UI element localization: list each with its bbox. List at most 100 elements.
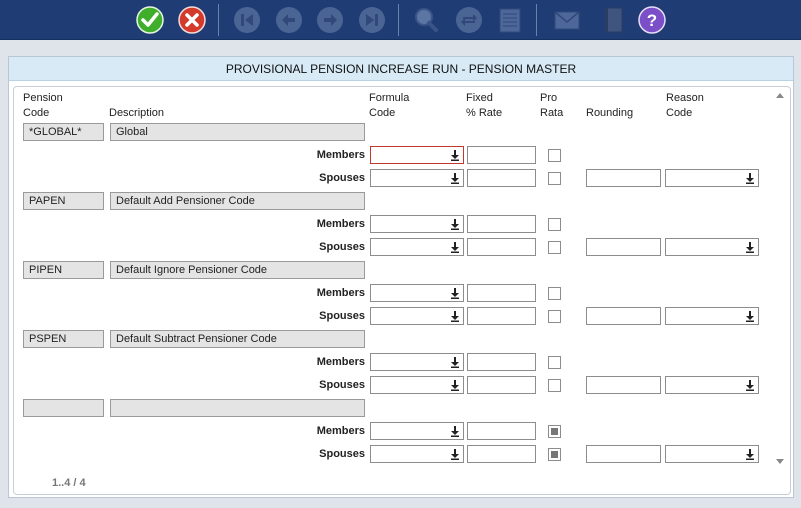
members-formula-code-select[interactable] <box>370 422 464 440</box>
spouses-rounding-input[interactable] <box>586 238 661 256</box>
members-pro-rata-checkbox[interactable] <box>548 149 561 162</box>
spouses-formula-code-select[interactable] <box>370 238 464 256</box>
members-fixed-rate-input[interactable] <box>467 215 536 233</box>
book-button[interactable] <box>597 4 629 36</box>
description-field[interactable] <box>110 399 365 417</box>
spouses-pro-rata-checkbox[interactable] <box>548 448 561 461</box>
toolbar-separator <box>398 4 399 36</box>
header-pension-code: Pension Code <box>23 92 63 119</box>
pension-code-field[interactable]: *GLOBAL* <box>23 123 104 141</box>
members-formula-code-select[interactable] <box>370 353 464 371</box>
spouses-fixed-rate-input[interactable] <box>467 238 536 256</box>
pension-code-field[interactable]: PAPEN <box>23 192 104 210</box>
spouses-label: Spouses <box>319 172 365 184</box>
spouses-rounding-input[interactable] <box>586 307 661 325</box>
book-icon <box>604 7 623 33</box>
dropdown-arrow-icon <box>451 311 459 322</box>
spouses-pro-rata-checkbox[interactable] <box>548 379 561 392</box>
header-reason-code: Reason Code <box>666 92 704 119</box>
scroll-up-arrow[interactable] <box>776 93 784 98</box>
members-pro-rata-checkbox[interactable] <box>548 425 561 438</box>
dropdown-arrow-icon <box>451 150 459 161</box>
previous-record-icon <box>276 7 302 33</box>
spouses-fixed-rate-input[interactable] <box>467 376 536 394</box>
members-fixed-rate-input[interactable] <box>467 284 536 302</box>
dropdown-arrow-icon <box>451 449 459 460</box>
spouses-fixed-rate-input[interactable] <box>467 307 536 325</box>
refresh-icon <box>456 7 482 33</box>
spouses-formula-code-select[interactable] <box>370 307 464 325</box>
spouses-reason-code-select[interactable] <box>665 307 759 325</box>
members-pro-rata-checkbox[interactable] <box>548 218 561 231</box>
previous-record-button[interactable] <box>273 4 305 36</box>
refresh-button[interactable] <box>453 4 485 36</box>
spouses-reason-code-select[interactable] <box>665 238 759 256</box>
members-label: Members <box>316 149 365 161</box>
pension-code-field[interactable] <box>23 399 104 417</box>
spouses-fixed-rate-input[interactable] <box>467 445 536 463</box>
members-label: Members <box>316 425 365 437</box>
spouses-reason-code-select[interactable] <box>665 376 759 394</box>
members-fixed-rate-input[interactable] <box>467 353 536 371</box>
dropdown-arrow-icon <box>451 173 459 184</box>
pension-master-panel: PROVISIONAL PENSION INCREASE RUN - PENSI… <box>8 56 794 498</box>
last-record-button[interactable] <box>356 4 388 36</box>
description-field[interactable]: Default Add Pensioner Code <box>110 192 365 210</box>
header-formula-code: Formula Code <box>369 92 410 119</box>
members-formula-code-select[interactable] <box>370 146 464 164</box>
spouses-rounding-input[interactable] <box>586 376 661 394</box>
spouses-formula-code-select[interactable] <box>370 445 464 463</box>
dropdown-arrow-icon <box>451 357 459 368</box>
question-icon: ? <box>638 6 666 34</box>
description-field[interactable]: Default Ignore Pensioner Code <box>110 261 365 279</box>
help-button[interactable]: ? <box>636 4 668 36</box>
members-label: Members <box>316 287 365 299</box>
first-record-button[interactable] <box>231 4 263 36</box>
header-fixed-rate: Fixed % Rate <box>466 92 503 119</box>
mail-button[interactable] <box>551 4 583 36</box>
spouses-pro-rata-checkbox[interactable] <box>548 310 561 323</box>
spouses-pro-rata-checkbox[interactable] <box>548 172 561 185</box>
search-button[interactable] <box>410 4 442 36</box>
members-pro-rata-checkbox[interactable] <box>548 287 561 300</box>
next-record-icon <box>317 7 343 33</box>
spouses-pro-rata-checkbox[interactable] <box>548 241 561 254</box>
description-field[interactable]: Global <box>110 123 365 141</box>
spouses-formula-code-select[interactable] <box>370 376 464 394</box>
pension-code-field[interactable]: PIPEN <box>23 261 104 279</box>
dropdown-arrow-icon <box>746 449 754 460</box>
members-pro-rata-checkbox[interactable] <box>548 356 561 369</box>
notepad-icon <box>499 8 521 33</box>
dropdown-arrow-icon <box>746 311 754 322</box>
toolbar-separator <box>536 4 537 36</box>
first-record-icon <box>234 7 260 33</box>
spouses-reason-code-select[interactable] <box>665 445 759 463</box>
notes-button[interactable] <box>494 4 526 36</box>
members-formula-code-select[interactable] <box>370 284 464 302</box>
pension-code-field[interactable]: PSPEN <box>23 330 104 348</box>
dropdown-arrow-icon <box>451 426 459 437</box>
members-fixed-rate-input[interactable] <box>467 146 536 164</box>
next-record-button[interactable] <box>314 4 346 36</box>
toolbar-separator <box>218 4 219 36</box>
spouses-label: Spouses <box>319 241 365 253</box>
envelope-icon <box>554 11 580 30</box>
spouses-formula-code-select[interactable] <box>370 169 464 187</box>
spouses-rounding-input[interactable] <box>586 169 661 187</box>
spouses-fixed-rate-input[interactable] <box>467 169 536 187</box>
members-formula-code-select[interactable] <box>370 215 464 233</box>
members-label: Members <box>316 356 365 368</box>
members-fixed-rate-input[interactable] <box>467 422 536 440</box>
scroll-down-arrow[interactable] <box>776 459 784 464</box>
dropdown-arrow-icon <box>451 219 459 230</box>
members-label: Members <box>316 218 365 230</box>
accept-button[interactable] <box>134 4 166 36</box>
pager-status: 1..4 / 4 <box>52 477 86 489</box>
description-field[interactable]: Default Subtract Pensioner Code <box>110 330 365 348</box>
svg-text:?: ? <box>647 11 657 30</box>
spouses-rounding-input[interactable] <box>586 445 661 463</box>
cancel-button[interactable] <box>176 4 208 36</box>
dropdown-arrow-icon <box>746 242 754 253</box>
spouses-reason-code-select[interactable] <box>665 169 759 187</box>
dropdown-arrow-icon <box>451 380 459 391</box>
